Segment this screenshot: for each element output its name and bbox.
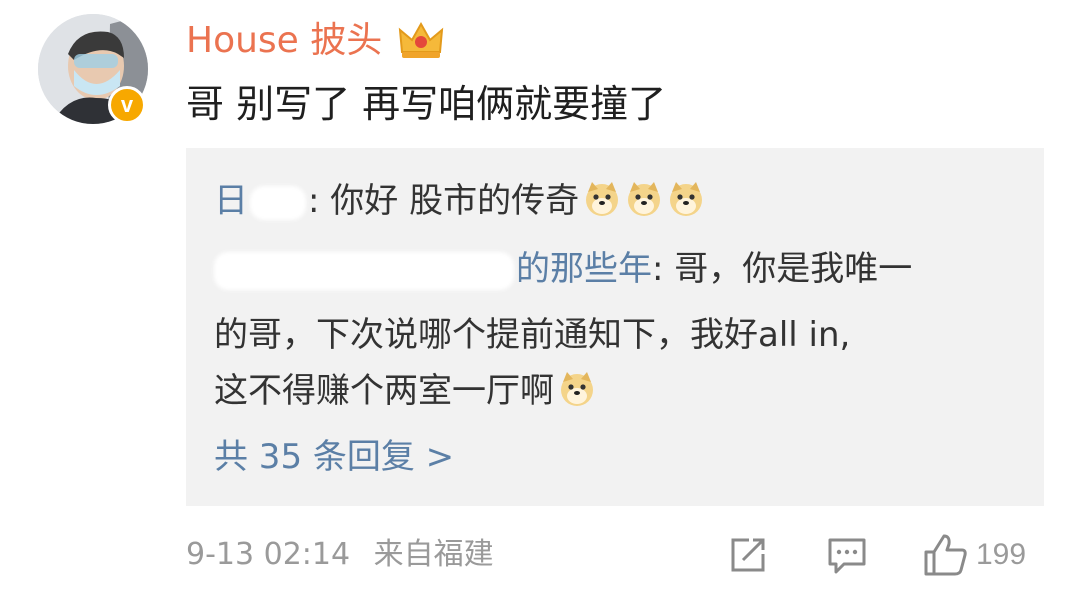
verified-v-icon: v [108, 86, 146, 124]
doge-emoji-icon [667, 180, 705, 218]
reply-text-line: 的哥，下次说哪个提前通知下，我好all in, [214, 315, 851, 355]
doge-emoji-icon [558, 370, 596, 408]
reply-username[interactable]: 日 [214, 181, 308, 221]
reply-item: 的那些年: 哥，你是我唯一 [214, 246, 912, 292]
share-icon [731, 538, 765, 572]
like-count: 199 [976, 538, 1027, 571]
comment-username[interactable]: House 披头 [186, 16, 382, 66]
comment-time: 9-13 02:14 [186, 537, 351, 572]
doge-emoji-icon [583, 180, 621, 218]
like-button[interactable]: 199 [922, 532, 1026, 578]
reply-text-line: 这不得赚个两室一厅啊 [214, 368, 596, 414]
reply-preview-box[interactable]: 日: 你好 股市的传奇 的那些年: 哥，你是我唯一 的哥，下次说哪个提前通知下，… [186, 148, 1044, 506]
doge-emoji-icon [625, 180, 663, 218]
comment-text: 哥 别写了 再写咱俩就要撞了 [186, 82, 667, 126]
crown-icon[interactable] [398, 20, 444, 60]
thumbs-up-icon [924, 534, 967, 576]
comment-icon [828, 538, 866, 574]
share-button[interactable] [727, 532, 769, 578]
comment-button[interactable] [826, 532, 868, 578]
comment-source: 来自福建 [373, 537, 494, 572]
comment-meta: 9-13 02:14 来自福建 [186, 533, 494, 577]
more-replies-link[interactable]: 共 35 条回复 > [214, 434, 454, 480]
reply-username[interactable]: 的那些年 [214, 249, 652, 290]
reply-item: 日: 你好 股市的传奇 [214, 178, 705, 224]
